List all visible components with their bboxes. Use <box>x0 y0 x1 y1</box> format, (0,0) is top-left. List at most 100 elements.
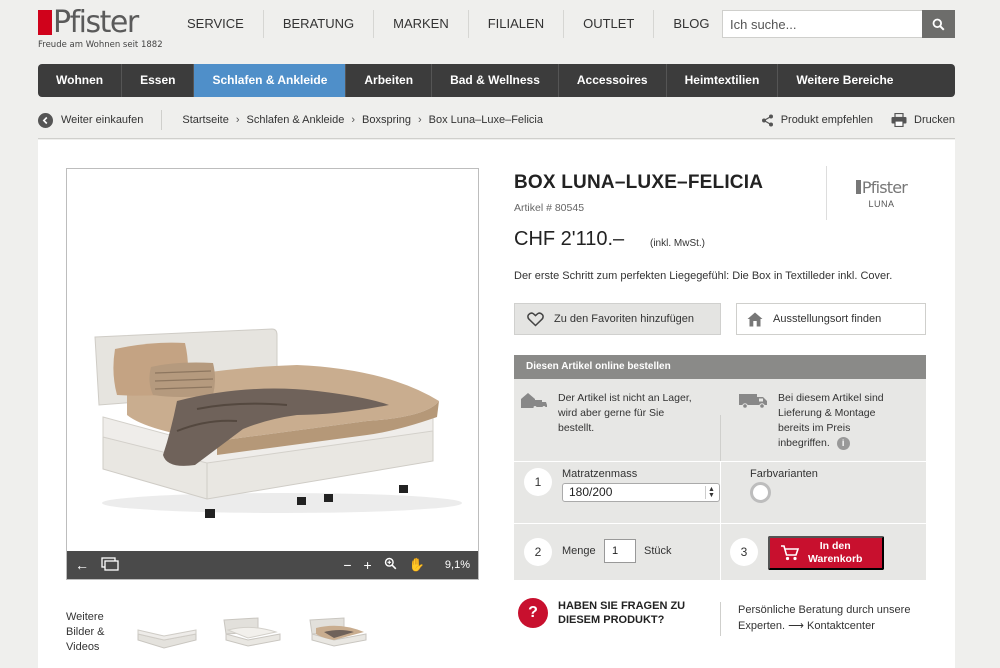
category-schlafen-ankleide[interactable]: Schlafen & Ankleide <box>194 64 347 97</box>
info-icon[interactable]: i <box>836 436 850 450</box>
cart-icon <box>781 545 800 561</box>
print-link[interactable]: Drucken <box>891 113 955 127</box>
topnav-marken[interactable]: MARKEN <box>374 10 469 38</box>
order-box-header: Diesen Artikel online bestellen <box>514 355 926 379</box>
category-arbeiten[interactable]: Arbeiten <box>346 64 433 97</box>
select-arrows-icon: ▲ ▼ <box>705 486 717 499</box>
zoom-out-icon[interactable]: − <box>343 558 351 572</box>
thumbnail-image <box>309 617 367 647</box>
search-input[interactable] <box>722 10 922 38</box>
logo-tagline: Freude am Wohnen seit 1882 <box>38 40 163 50</box>
category-bad-wellness[interactable]: Bad & Wellness <box>432 64 559 97</box>
cart-label-line1: In den <box>819 540 851 552</box>
product-description: Der erste Schritt zum perfekten Liegegef… <box>514 270 893 282</box>
step-2-badge: 2 <box>524 538 552 566</box>
column-divider <box>720 461 721 523</box>
continue-shopping-link[interactable]: Weiter einkaufen <box>38 110 163 130</box>
logo-mark: Pfister <box>38 8 168 42</box>
stock-info: Der Artikel ist nicht an Lager, wird abe… <box>520 391 710 436</box>
quantity-input[interactable]: 1 <box>604 539 636 563</box>
breadcrumb-startseite[interactable]: Startseite <box>182 114 228 126</box>
brand-logo-text: Pfister <box>861 177 908 197</box>
home-icon <box>747 312 763 326</box>
product-price: CHF 2'110.– <box>514 228 625 250</box>
delivery-info-label: Bei diesem Artikel sind Lieferung & Mont… <box>778 392 884 449</box>
thumbnail-3[interactable] <box>304 610 370 656</box>
mattress-size-select[interactable]: 180/200 ▲ ▼ <box>562 483 720 502</box>
category-essen[interactable]: Essen <box>122 64 195 97</box>
arrow-right-icon: ⟶ <box>788 620 804 632</box>
zoom-controls: − + ✋ 9,1% <box>343 557 470 573</box>
logo-red-square <box>38 10 52 35</box>
printer-icon <box>891 113 907 127</box>
cart-label-line2: Warenkorb <box>808 553 863 565</box>
contact-line2: Experten. ⟶ Kontaktcenter <box>738 620 875 632</box>
product-image-viewer[interactable]: ← − + ✋ 9,1% <box>66 168 479 580</box>
fullscreen-icon[interactable] <box>101 556 119 574</box>
category-navigation: Wohnen Essen Schlafen & Ankleide Arbeite… <box>38 64 955 97</box>
step-1-badge: 1 <box>524 468 552 496</box>
share-icon <box>761 114 773 126</box>
questions-heading: HABEN SIE FRAGEN ZU DIESEM PRODUKT? <box>558 599 685 627</box>
category-accessoires[interactable]: Accessoires <box>559 64 667 97</box>
logo-wordmark: Pfister <box>53 5 139 40</box>
brand-line: LUNA <box>868 198 895 209</box>
product-questions: ? HABEN SIE FRAGEN ZU DIESEM PRODUKT? <box>518 598 685 628</box>
thumbnail-1[interactable] <box>134 610 200 656</box>
step-3-badge: 3 <box>730 538 758 566</box>
topnav-blog[interactable]: BLOG <box>654 10 728 38</box>
online-order-box: Diesen Artikel online bestellen Der Arti… <box>514 355 926 580</box>
magnifier-icon[interactable] <box>384 557 397 573</box>
add-to-cart-label: In den Warenkorb <box>808 540 862 566</box>
search-icon <box>932 18 945 31</box>
breadcrumb-boxspring[interactable]: Boxspring <box>362 114 411 126</box>
column-divider <box>720 523 721 580</box>
topnav-outlet[interactable]: OUTLET <box>564 10 655 38</box>
delivery-info-text: Bei diesem Artikel sind Lieferung & Mont… <box>778 391 903 451</box>
color-variants-label: Farbvarianten <box>750 468 818 480</box>
category-wohnen[interactable]: Wohnen <box>38 64 123 97</box>
category-heimtextilien[interactable]: Heimtextilien <box>667 64 779 97</box>
continue-shopping-label: Weiter einkaufen <box>61 114 144 126</box>
back-arrow-icon[interactable]: ← <box>75 558 89 572</box>
delivery-truck-icon <box>739 394 767 409</box>
topnav-service[interactable]: SERVICE <box>168 10 264 38</box>
price-vat-note: (inkl. MwSt.) <box>650 238 705 249</box>
order-info-row: Der Artikel ist nicht an Lager, wird abe… <box>514 379 926 471</box>
chevron-right-icon: › <box>351 114 356 126</box>
recommend-product-link[interactable]: Produkt empfehlen <box>761 114 873 127</box>
more-media-label: Weitere Bilder & Videos <box>66 611 105 653</box>
image-viewer-toolbar: ← − + ✋ 9,1% <box>67 551 478 579</box>
contact-experts: Experten. <box>738 620 786 632</box>
find-showroom-button[interactable]: Ausstellungsort finden <box>736 303 926 335</box>
search-bar <box>722 10 955 38</box>
topnav-beratung[interactable]: BERATUNG <box>264 10 375 38</box>
showroom-label: Ausstellungsort finden <box>773 313 882 325</box>
add-to-cart-button[interactable]: In den Warenkorb <box>768 536 884 570</box>
contact-text: Persönliche Beratung durch unsere <box>738 604 911 616</box>
topnav-filialen[interactable]: FILIALEN <box>469 10 565 38</box>
product-title: BOX LUNA–LUXE–FELICIA <box>514 172 764 193</box>
heart-icon <box>527 311 544 327</box>
product-panel: ← − + ✋ 9,1% Weitere Bilder & Videos BOX… <box>38 140 955 668</box>
breadcrumb-schlafen-ankleide[interactable]: Schlafen & Ankleide <box>247 114 345 126</box>
breadcrumb: Startseite › Schlafen & Ankleide › Boxsp… <box>182 114 543 126</box>
mattress-size-label: Matratzenmass <box>562 468 638 480</box>
chevron-right-icon: › <box>235 114 240 126</box>
zoom-in-icon[interactable]: + <box>364 558 372 572</box>
pfister-logo[interactable]: Pfister Freude am Wohnen seit 1882 <box>38 8 168 50</box>
thumbnail-image <box>137 629 197 649</box>
hand-pan-icon[interactable]: ✋ <box>409 558 425 572</box>
quantity-unit: Stück <box>644 545 672 557</box>
chevron-right-icon: › <box>417 114 422 126</box>
breadcrumb-divider <box>38 138 955 139</box>
thumbnail-2[interactable] <box>218 610 284 656</box>
breadcrumb-bar: Weiter einkaufen Startseite › Schlafen &… <box>38 104 955 136</box>
brand-badge[interactable]: Pfister LUNA <box>826 166 936 220</box>
add-to-favorites-button[interactable]: Zu den Favoriten hinzufügen <box>514 303 721 335</box>
contact-center-link[interactable]: Kontaktcenter <box>807 620 875 632</box>
search-button[interactable] <box>922 10 955 38</box>
category-weitere-bereiche[interactable]: Weitere Bereiche <box>778 64 911 97</box>
print-label: Drucken <box>914 114 955 126</box>
color-swatch[interactable] <box>750 482 771 503</box>
